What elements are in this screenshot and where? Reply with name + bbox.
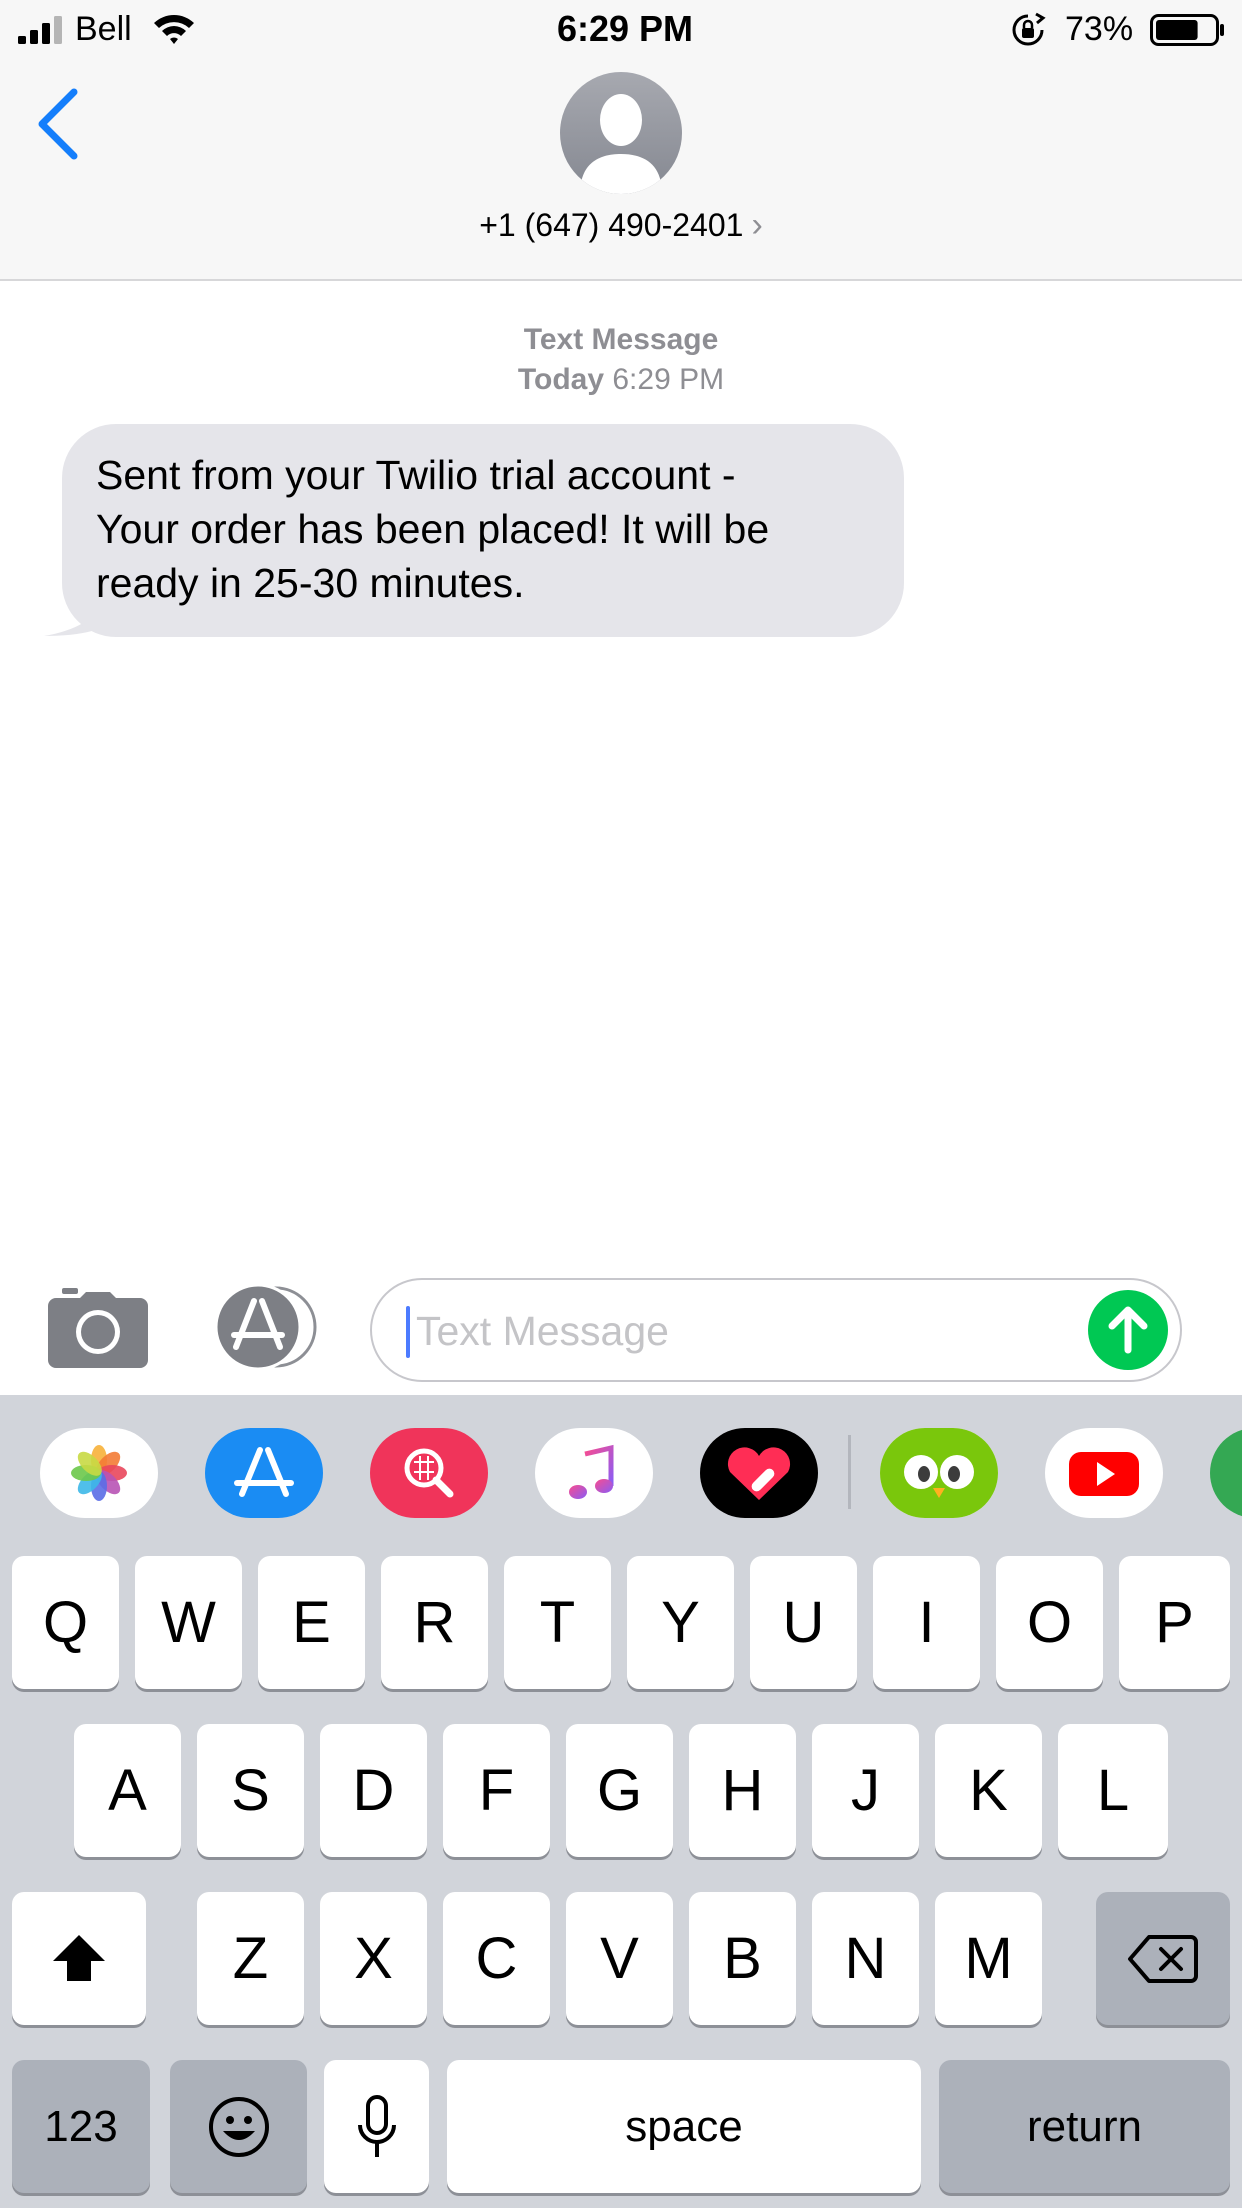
youtube-app-icon[interactable] xyxy=(1045,1428,1163,1518)
dictation-key[interactable] xyxy=(324,2060,429,2193)
music-app-icon[interactable] xyxy=(535,1428,653,1518)
person-silhouette-icon xyxy=(560,72,682,194)
contact-name-button[interactable]: +1 (647) 490-2401 › xyxy=(0,206,1242,245)
app-store-app-icon[interactable] xyxy=(205,1428,323,1518)
contact-number: +1 (647) 490-2401 xyxy=(479,207,744,243)
message-timestamp: Text Message Today 6:29 PM xyxy=(0,320,1242,400)
key-n[interactable]: N xyxy=(812,1892,919,2025)
incoming-message[interactable]: Sent from your Twilio trial account - Yo… xyxy=(44,424,904,644)
key-a[interactable]: A xyxy=(74,1724,181,1857)
search-images-app-icon[interactable] xyxy=(370,1428,488,1518)
key-p[interactable]: P xyxy=(1119,1556,1230,1689)
app-store-button[interactable] xyxy=(208,1283,320,1371)
send-button[interactable] xyxy=(1088,1290,1168,1370)
imessage-app-drawer xyxy=(0,1395,1242,1538)
status-bar: Bell 6:29 PM 73% xyxy=(0,0,1242,62)
chevron-left-icon[interactable] xyxy=(28,84,88,164)
rotation-lock-icon xyxy=(1012,12,1046,46)
arrow-up-icon xyxy=(1108,1306,1148,1354)
battery-percent: 73% xyxy=(1065,10,1134,48)
delete-icon xyxy=(1128,1934,1198,1983)
emoji-key[interactable] xyxy=(170,2060,307,2193)
message-line: Sent from your Twilio trial account - xyxy=(96,452,736,498)
message-compose-field[interactable] xyxy=(370,1278,1182,1382)
drawer-divider xyxy=(848,1435,851,1509)
key-w[interactable]: W xyxy=(135,1556,242,1689)
key-d[interactable]: D xyxy=(320,1724,427,1857)
key-s[interactable]: S xyxy=(197,1724,304,1857)
delete-key[interactable] xyxy=(1096,1892,1230,2025)
key-x[interactable]: X xyxy=(320,1892,427,2025)
key-q[interactable]: Q xyxy=(12,1556,119,1689)
timestamp-time: 6:29 PM xyxy=(612,363,725,396)
contact-avatar[interactable] xyxy=(560,72,682,194)
key-y[interactable]: Y xyxy=(627,1556,734,1689)
key-e[interactable]: E xyxy=(258,1556,365,1689)
key-b[interactable]: B xyxy=(689,1892,796,2025)
return-key[interactable]: return xyxy=(939,2060,1230,2193)
conversation-header: +1 (647) 490-2401 › xyxy=(0,62,1242,281)
shift-icon xyxy=(53,1934,105,1981)
shift-key[interactable] xyxy=(12,1892,146,2025)
chevron-right-icon: › xyxy=(751,206,763,244)
key-h[interactable]: H xyxy=(689,1724,796,1857)
app-store-icon xyxy=(214,1283,317,1371)
key-f[interactable]: F xyxy=(443,1724,550,1857)
camera-icon[interactable] xyxy=(48,1288,148,1368)
emoji-icon xyxy=(208,2096,269,2157)
text-cursor xyxy=(406,1306,410,1358)
digital-touch-app-icon[interactable] xyxy=(700,1428,818,1518)
key-t[interactable]: T xyxy=(504,1556,611,1689)
message-bubble: Sent from your Twilio trial account - Yo… xyxy=(62,424,904,637)
duolingo-app-icon[interactable] xyxy=(880,1428,998,1518)
numbers-key[interactable]: 123 xyxy=(12,2060,150,2193)
key-m[interactable]: M xyxy=(935,1892,1042,2025)
keyboard: Q W E R T Y U I O P A S D F G H J K L Z … xyxy=(0,1538,1242,2208)
message-input[interactable] xyxy=(414,1294,1038,1368)
key-z[interactable]: Z xyxy=(197,1892,304,2025)
service-label: Text Message xyxy=(523,323,719,356)
key-i[interactable]: I xyxy=(873,1556,980,1689)
key-k[interactable]: K xyxy=(935,1724,1042,1857)
battery-icon xyxy=(1150,14,1224,46)
key-l[interactable]: L xyxy=(1058,1724,1168,1857)
key-o[interactable]: O xyxy=(996,1556,1103,1689)
maps-app-icon[interactable] xyxy=(1210,1428,1242,1518)
key-c[interactable]: C xyxy=(443,1892,550,2025)
microphone-icon xyxy=(357,2094,396,2157)
space-key[interactable]: space xyxy=(447,2060,921,2193)
key-j[interactable]: J xyxy=(812,1724,919,1857)
key-u[interactable]: U xyxy=(750,1556,857,1689)
timestamp-day: Today xyxy=(517,363,605,396)
key-r[interactable]: R xyxy=(381,1556,488,1689)
status-time: 6:29 PM xyxy=(556,8,694,49)
photos-app-icon[interactable] xyxy=(40,1428,158,1518)
key-g[interactable]: G xyxy=(566,1724,673,1857)
key-v[interactable]: V xyxy=(566,1892,673,2025)
message-line: Your order has been placed! It will be xyxy=(96,506,770,552)
message-line: ready in 25-30 minutes. xyxy=(96,560,525,606)
